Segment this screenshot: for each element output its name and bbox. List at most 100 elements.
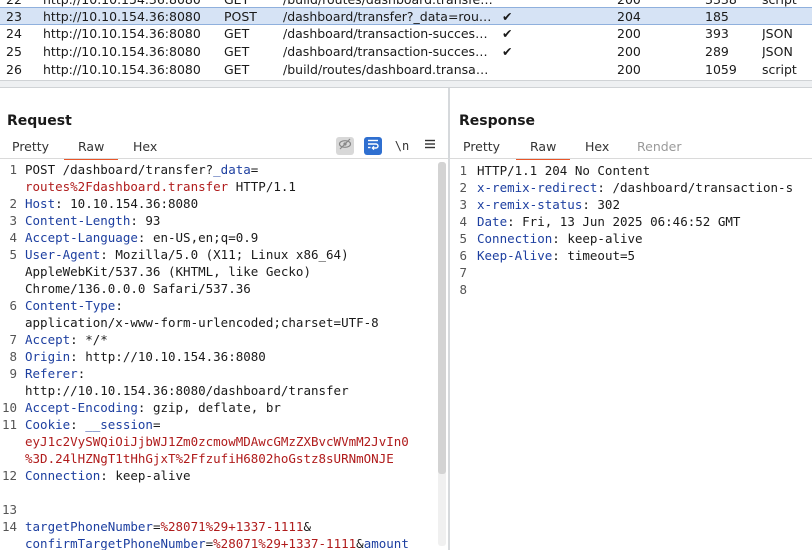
- history-cell-mime: script: [762, 62, 797, 77]
- token-plain: &: [303, 519, 311, 534]
- token-hdr-name: Connection: [477, 231, 553, 246]
- history-cell-length: 1059: [705, 62, 737, 77]
- token-param-name: confirmTargetPhoneNumber: [25, 536, 206, 550]
- history-cell-host: http://10.10.154.36:8080: [43, 62, 201, 77]
- token-plain: :: [70, 417, 86, 432]
- line-text: confirmTargetPhoneNumber=%28071%29+1337-…: [25, 535, 409, 550]
- history-row[interactable]: 26 http://10.10.154.36:8080 GET/build/rout…: [0, 61, 812, 79]
- token-hdr-name: Accept-Encoding: [25, 400, 138, 415]
- token-param-name: __session: [85, 417, 153, 432]
- pane-splitter-horizontal[interactable]: [0, 80, 812, 88]
- token-hdr-name: Accept-Language: [25, 230, 138, 245]
- line-number: 14: [1, 519, 17, 534]
- eye-off-icon[interactable]: [336, 137, 354, 155]
- token-plain: : 10.10.154.36:8080: [55, 196, 199, 211]
- hamburger-menu-icon[interactable]: [421, 137, 439, 155]
- line-text: Referer:: [25, 365, 85, 382]
- history-cell-host: http://10.10.154.36:8080: [43, 9, 201, 24]
- line-number: 10: [1, 400, 17, 415]
- line-number: 7: [459, 265, 467, 280]
- line-text: Accept-Language: en-US,en;q=0.9: [25, 229, 258, 246]
- token-plain: : /dashboard/transaction-s: [597, 180, 794, 195]
- request-tabs-divider: [0, 158, 448, 159]
- wrap-lines-icon[interactable]: [364, 137, 382, 155]
- history-cell-length: 185: [705, 9, 729, 24]
- line-text: targetPhoneNumber=%28071%29+1337-1111&: [25, 518, 311, 535]
- line-text: x-remix-status: 302: [477, 196, 620, 213]
- token-hdr-name: User-Agent: [25, 247, 101, 262]
- token-plain: HTTP/1.1 204 No Content: [477, 163, 651, 178]
- line-text: http://10.10.154.36:8080/dashboard/trans…: [25, 382, 349, 399]
- token-plain: &: [356, 536, 364, 550]
- show-newlines-button[interactable]: \n: [393, 137, 411, 155]
- line-text: Connection: keep-alive: [477, 230, 643, 247]
- history-cell-method: POST: [224, 9, 257, 24]
- line-number: 1: [9, 162, 17, 177]
- token-param-name: targetPhoneNumber: [25, 519, 153, 534]
- token-param-val: routes%2Fdashboard.transfer: [25, 179, 229, 194]
- token-hdr-name: x-remix-redirect: [477, 180, 598, 195]
- response-tab-render[interactable]: Render: [637, 139, 682, 154]
- request-tab-pretty[interactable]: Pretty: [12, 139, 49, 154]
- history-cell-length: 289: [705, 44, 729, 59]
- token-plain: http://10.10.154.36:8080/dashboard/trans…: [25, 383, 349, 398]
- history-cell-id: 23: [6, 9, 22, 24]
- history-cell-check: ✔: [502, 26, 513, 41]
- request-tab-raw[interactable]: Raw: [63, 139, 119, 160]
- line-number: 4: [459, 214, 467, 229]
- token-plain: =: [250, 162, 259, 177]
- history-cell-length: 393: [705, 26, 729, 41]
- history-row[interactable]: 24 http://10.10.154.36:8080 GET/dashboard/…: [0, 25, 812, 43]
- token-plain: : keep-alive: [100, 468, 191, 483]
- token-hdr-name: Content-Length: [25, 213, 131, 228]
- line-text: Chrome/136.0.0.0 Safari/537.36: [25, 280, 251, 297]
- token-plain: :: [115, 298, 123, 313]
- history-row[interactable]: 23 http://10.10.154.36:8080 POST/dashboard…: [0, 7, 812, 25]
- line-number: 8: [459, 282, 467, 297]
- request-editor[interactable]: 1 POST /dashboard/transfer?_data= routes%2…: [0, 160, 448, 550]
- response-editor[interactable]: 1 HTTP/1.1 204 No Content 2 x-remix-redirec…: [450, 160, 812, 550]
- token-plain: : keep-alive: [552, 231, 643, 246]
- token-hdr-name: Accept: [25, 332, 71, 347]
- token-hdr-name: x-remix-status: [477, 197, 583, 212]
- history-row[interactable]: 25 http://10.10.154.36:8080 GET/dashboard/…: [0, 43, 812, 61]
- line-number: 2: [9, 196, 17, 211]
- token-hdr-name: Cookie: [25, 417, 71, 432]
- token-plain: :: [77, 366, 86, 381]
- line-number: 3: [459, 197, 467, 212]
- line-text: HTTP/1.1 204 No Content: [477, 162, 650, 179]
- token-plain: : 302: [582, 197, 620, 212]
- history-cell-method: GET: [224, 44, 250, 59]
- token-hdr-name: Content-Type: [25, 298, 116, 313]
- token-param-name: amount: [363, 536, 409, 550]
- line-number: 11: [1, 417, 17, 432]
- history-cell-status: 204: [617, 9, 641, 24]
- history-cell-check: ✔: [502, 44, 513, 59]
- request-scrollbar-thumb[interactable]: [438, 162, 446, 474]
- response-tab-hex[interactable]: Hex: [585, 139, 609, 154]
- line-text: Connection: keep-alive: [25, 467, 191, 484]
- line-text: Accept-Encoding: gzip, deflate, br: [25, 399, 281, 416]
- token-hdr-name: Origin: [25, 349, 71, 364]
- line-text: Cookie: __session=: [25, 416, 160, 433]
- line-number: 8: [9, 349, 17, 364]
- token-plain: : Fri, 13 Jun 2025 06:46:52 GMT: [507, 214, 741, 229]
- token-plain: : Mozilla/5.0 (X11; Linux x86_64): [100, 247, 349, 262]
- response-tab-raw[interactable]: Raw: [515, 139, 571, 160]
- token-plain: Chrome/136.0.0.0 Safari/537.36: [25, 281, 251, 296]
- line-text: Content-Type:: [25, 297, 123, 314]
- request-tab-hex[interactable]: Hex: [133, 139, 157, 154]
- line-number: 6: [9, 298, 17, 313]
- token-plain: : http://10.10.154.36:8080: [70, 349, 266, 364]
- request-pane: Request Pretty Raw Hex \n 1 POST /dashboa…: [0, 88, 448, 550]
- token-param-val: %28071%29+1337-1111: [160, 519, 304, 534]
- response-tabs-divider: [450, 158, 812, 159]
- line-number: 2: [459, 180, 467, 195]
- token-plain: : */*: [70, 332, 108, 347]
- line-number: 4: [9, 230, 17, 245]
- response-tab-pretty[interactable]: Pretty: [463, 139, 500, 154]
- line-text: User-Agent: Mozilla/5.0 (X11; Linux x86_…: [25, 246, 349, 263]
- line-number: 1: [459, 163, 467, 178]
- line-text: Date: Fri, 13 Jun 2025 06:46:52 GMT: [477, 213, 740, 230]
- history-cell-url: /build/routes/dashboard.transactio...: [283, 62, 493, 77]
